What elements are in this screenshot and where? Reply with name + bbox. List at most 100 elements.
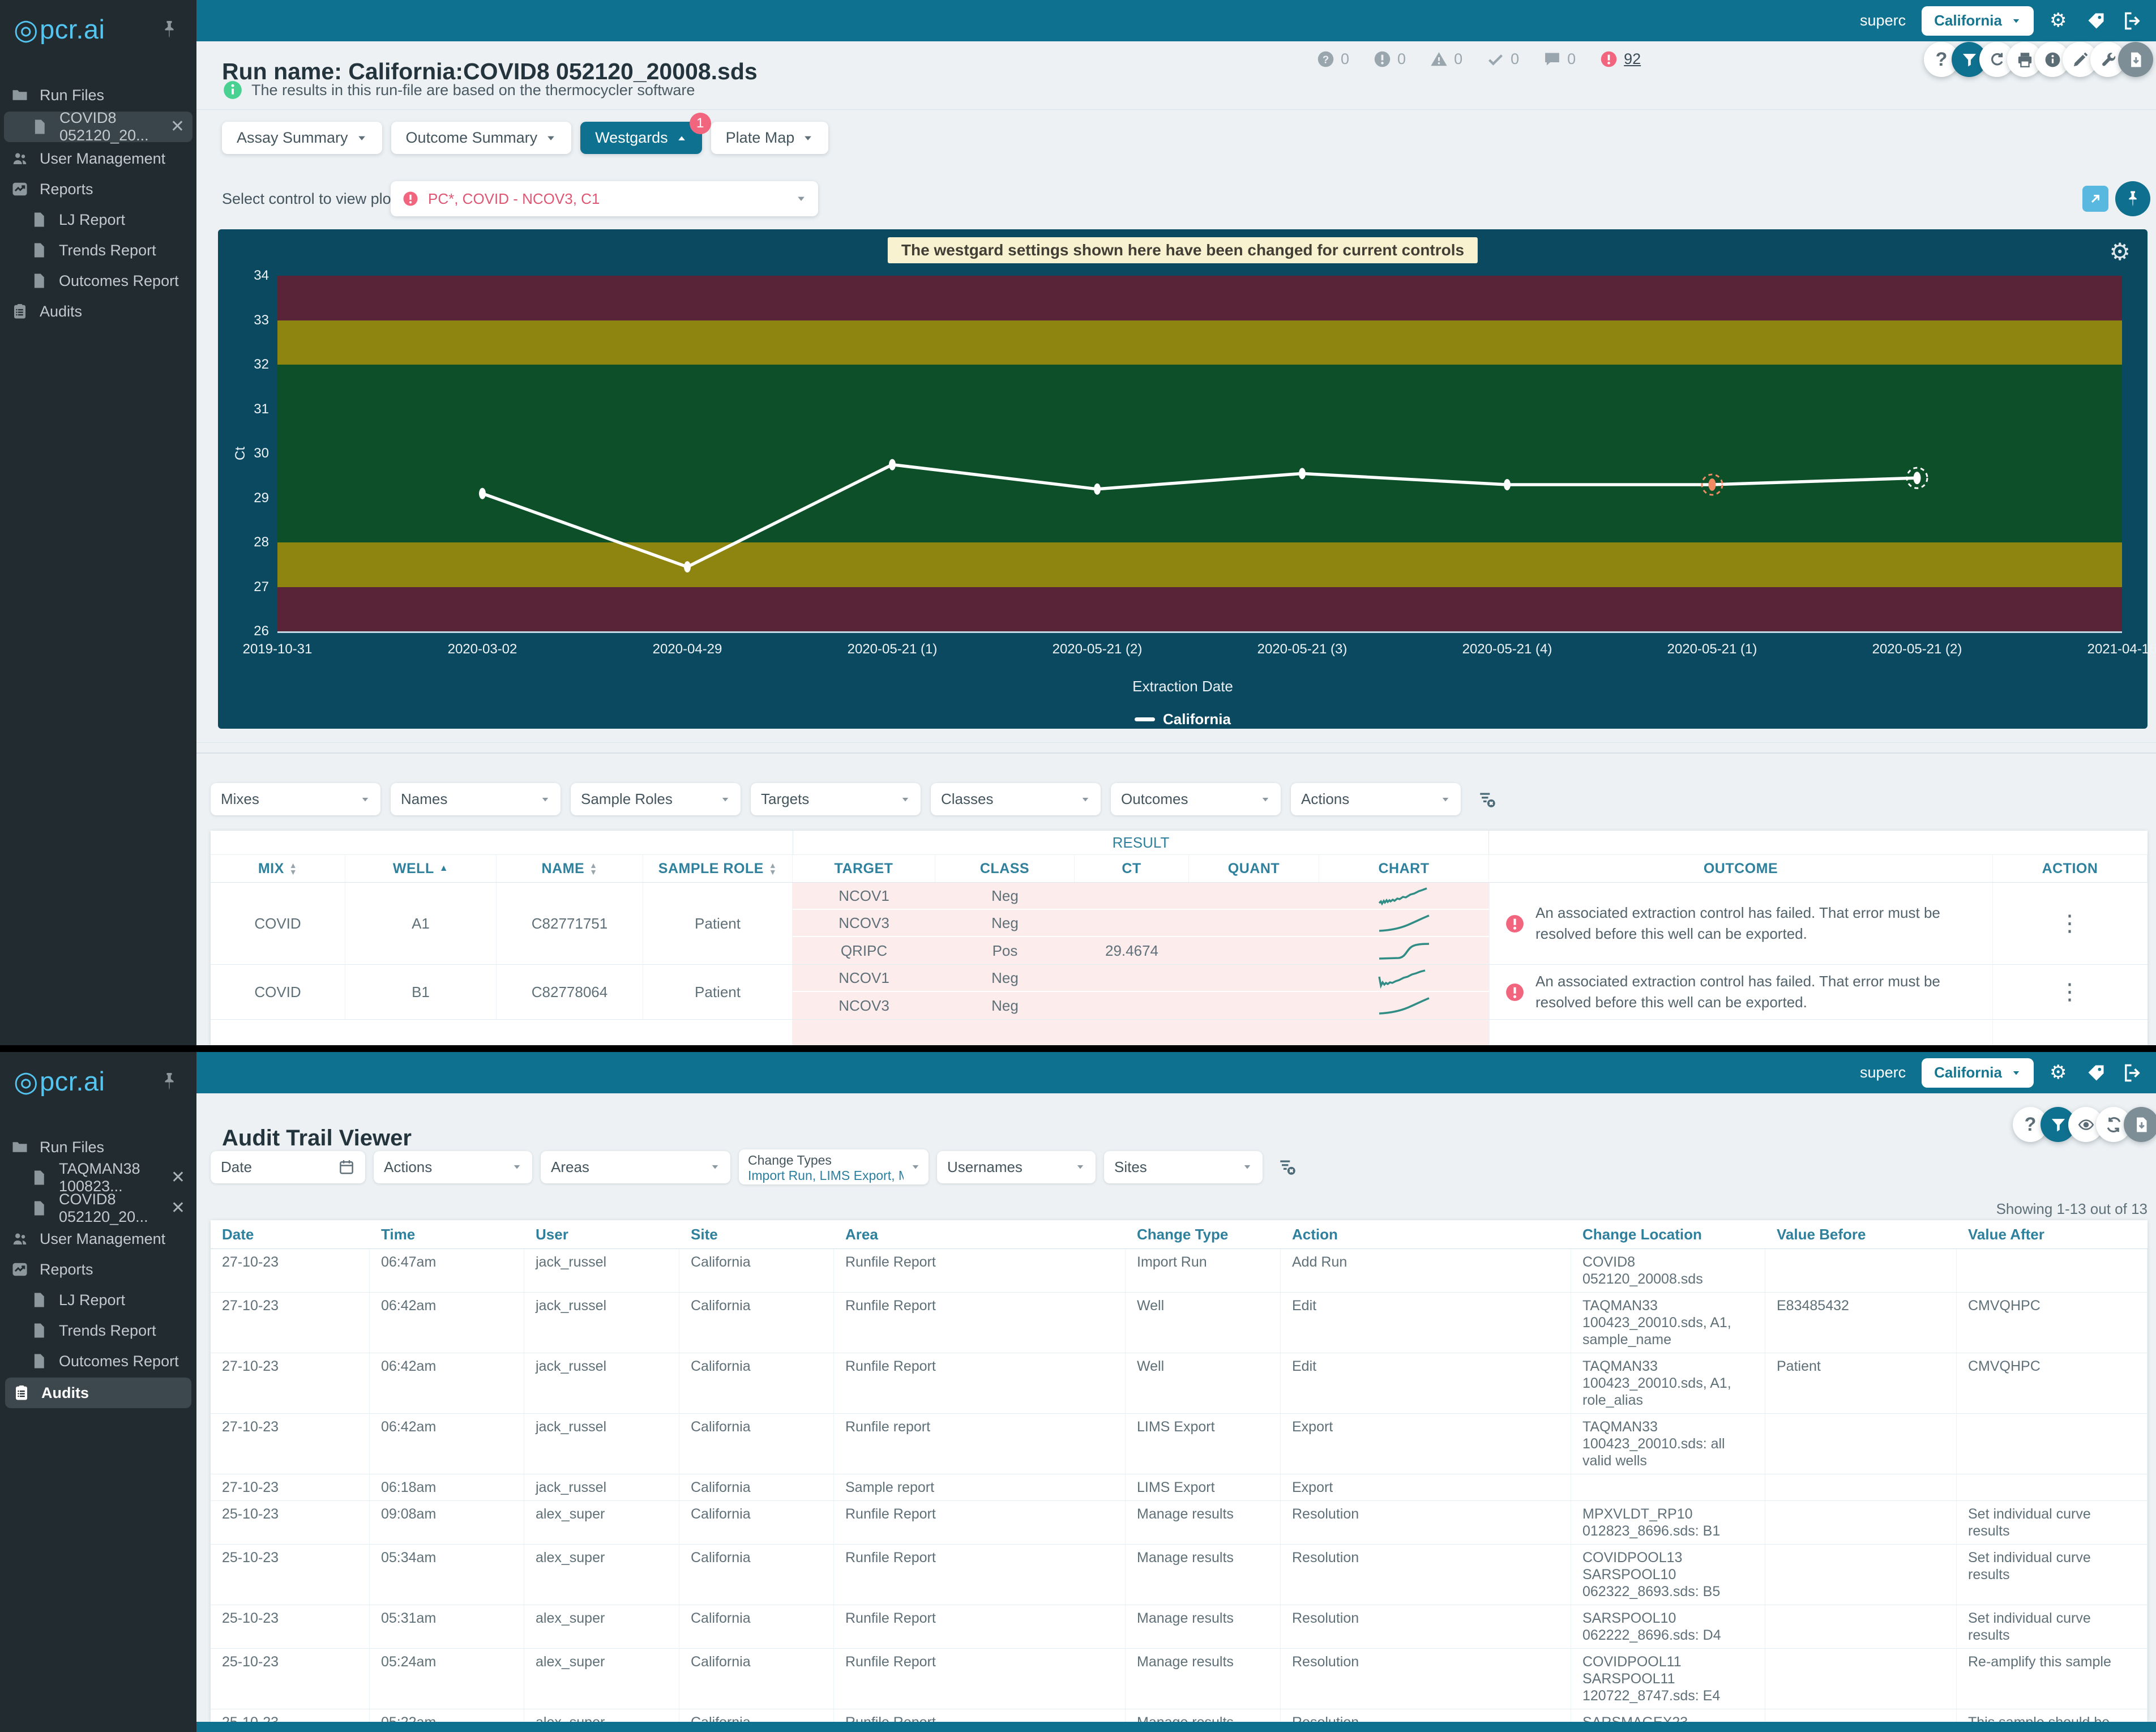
filter-sample-roles[interactable]: Sample Roles — [571, 783, 741, 815]
tab-assay-summary[interactable]: Assay Summary — [222, 122, 382, 154]
filter-actions[interactable]: Actions — [374, 1151, 532, 1183]
settings-icon[interactable]: ⚙ — [2050, 11, 2070, 31]
sidebar-item-outcomes-report[interactable]: Outcomes Report — [0, 1346, 196, 1376]
sidebar-item-covid8-052120-20[interactable]: COVID8 052120_20... ✕ — [4, 109, 192, 144]
filter-targets[interactable]: Targets — [751, 783, 921, 815]
sidebar-item-reports[interactable]: Reports — [0, 174, 196, 204]
sidebar-item-trends-report[interactable]: Trends Report — [0, 235, 196, 266]
caret-down-icon — [1080, 794, 1090, 805]
audit-row-7[interactable]: 25-10-23 05:34am alex_super California Runfi… — [211, 1545, 2148, 1605]
tab-outcome-summary[interactable]: Outcome Summary — [391, 122, 572, 154]
audit-row-8[interactable]: 25-10-23 05:31am alex_super California Runfi… — [211, 1605, 2148, 1649]
filter-change-types[interactable]: Change Types Import Run, LIMS Export, M..… — [739, 1149, 929, 1184]
column-header-well[interactable]: WELL ▲ — [345, 855, 497, 882]
clear-filters-button[interactable] — [1274, 1154, 1301, 1180]
filter-actions[interactable]: Actions — [1291, 783, 1461, 815]
filter-classes[interactable]: Classes — [931, 783, 1101, 815]
column-header-action[interactable]: Action — [1281, 1220, 1571, 1248]
column-header-name[interactable]: NAME ▲ ▼ — [497, 855, 643, 882]
column-header-label: MIX — [258, 860, 284, 876]
amplification-sparkline[interactable] — [1376, 912, 1432, 934]
close-icon[interactable]: ✕ — [170, 118, 185, 135]
horizontal-scrollbar[interactable] — [0, 1722, 2156, 1732]
sidebar-item-reports[interactable]: Reports — [0, 1254, 196, 1285]
column-header-change-type[interactable]: Change Type — [1126, 1220, 1281, 1248]
download-button[interactable] — [2124, 1107, 2156, 1142]
column-header-date[interactable]: Date — [211, 1220, 370, 1248]
control-select-dropdown[interactable]: PC*, COVID - NCOV3, C1 — [391, 181, 818, 216]
sidebar-pin-icon[interactable] — [159, 1071, 179, 1092]
tab-plate-map[interactable]: Plate Map — [711, 122, 829, 154]
column-header-site[interactable]: Site — [679, 1220, 834, 1248]
site-selector-button[interactable]: California — [1922, 6, 2034, 36]
filter-names[interactable]: Names — [391, 783, 561, 815]
clear-filters-button[interactable] — [1474, 786, 1500, 812]
status-count-value[interactable]: 92 — [1624, 50, 1641, 68]
sidebar-item-audits[interactable]: Audits — [5, 1378, 191, 1408]
logout-icon[interactable] — [2122, 1063, 2142, 1083]
download-button[interactable] — [2118, 42, 2153, 77]
logout-icon[interactable] — [2122, 11, 2142, 31]
tab-westgards[interactable]: Westgards 1 — [580, 113, 711, 154]
sidebar-item-taqman38-100823[interactable]: TAQMAN38 100823... ✕ — [0, 1160, 196, 1195]
audit-row-2[interactable]: 27-10-23 06:42am jack_russel California Runf… — [211, 1293, 2148, 1353]
column-header-time[interactable]: Time — [370, 1220, 524, 1248]
audit-row-9[interactable]: 25-10-23 05:24am alex_super California Runfi… — [211, 1649, 2148, 1709]
close-icon[interactable]: ✕ — [171, 1169, 185, 1186]
amplification-sparkline[interactable] — [1376, 967, 1432, 989]
column-header-user[interactable]: User — [524, 1220, 679, 1248]
column-header-sample-role[interactable]: SAMPLE ROLE ▲ ▼ — [643, 855, 793, 882]
sidebar-item-outcomes-report[interactable]: Outcomes Report — [0, 266, 196, 296]
close-icon[interactable]: ✕ — [171, 1200, 185, 1217]
filter-date[interactable]: Date — [211, 1151, 365, 1183]
column-header-label: TARGET — [834, 860, 893, 876]
filter-outcomes[interactable]: Outcomes — [1111, 783, 1281, 815]
row-actions-menu[interactable]: ⋮ — [1993, 883, 2148, 964]
sidebar-item-audits[interactable]: Audits — [0, 296, 196, 327]
amplification-sparkline[interactable] — [1376, 884, 1432, 907]
expand-chart-button[interactable] — [2082, 186, 2108, 212]
panel-splitter[interactable] — [196, 742, 2156, 743]
row-actions-menu[interactable]: ⋮ — [1993, 965, 2148, 1019]
sidebar-item-run-files[interactable]: Run Files — [0, 80, 196, 110]
sidebar-item-lj-report[interactable]: LJ Report — [0, 1285, 196, 1315]
audit-row-4[interactable]: 27-10-23 06:42am jack_russel California Runf… — [211, 1414, 2148, 1474]
tag-icon[interactable] — [2086, 1063, 2106, 1083]
site-selector-button[interactable]: California — [1922, 1058, 2034, 1088]
column-header-value-after[interactable]: Value After — [1957, 1220, 2148, 1248]
amplification-sparkline[interactable] — [1376, 994, 1432, 1017]
sidebar-item-run-files[interactable]: Run Files — [0, 1132, 196, 1162]
cell-date: 27-10-23 — [211, 1414, 370, 1474]
audit-row-10[interactable]: 25-10-2305:22amalex_superCaliforniaRunfi… — [211, 1709, 2148, 1722]
filter-areas[interactable]: Areas — [541, 1151, 730, 1183]
sidebar-item-user-management[interactable]: User Management — [0, 143, 196, 174]
filter-mixes[interactable]: Mixes — [211, 783, 380, 815]
column-header-value-before[interactable]: Value Before — [1765, 1220, 1957, 1248]
sidebar-item-user-management[interactable]: User Management — [0, 1224, 196, 1254]
panel-splitter[interactable] — [196, 752, 2156, 754]
cell-site: California — [679, 1414, 834, 1474]
chart-settings-gear-icon[interactable]: ⚙ — [2106, 237, 2134, 266]
filter-sites[interactable]: Sites — [1104, 1151, 1263, 1183]
sidebar-item-trends-report[interactable]: Trends Report — [0, 1315, 196, 1346]
sidebar-item-covid8-052120-20[interactable]: COVID8 052120_20... ✕ — [0, 1191, 196, 1225]
tag-icon[interactable] — [2086, 11, 2106, 31]
column-header-change-location[interactable]: Change Location — [1571, 1220, 1765, 1248]
audit-row-5[interactable]: 27-10-23 06:18am jack_russel California Samp… — [211, 1474, 2148, 1501]
pin-chart-button[interactable] — [2115, 181, 2150, 216]
settings-icon[interactable]: ⚙ — [2050, 1063, 2070, 1083]
sidebar-pin-icon[interactable] — [159, 19, 179, 40]
column-header-mix[interactable]: MIX ▲ ▼ — [211, 855, 345, 882]
filter-label: Usernames — [947, 1158, 1023, 1175]
cell-action: Resolution — [1281, 1545, 1571, 1605]
audit-row-1[interactable]: 27-10-23 06:47am jack_russel California Runf… — [211, 1249, 2148, 1293]
sidebar-item-lj-report[interactable]: LJ Report — [0, 204, 196, 235]
y-tick-label: 29 — [254, 490, 269, 506]
cell-area: Runfile Report — [834, 1605, 1126, 1648]
audit-row-6[interactable]: 25-10-23 09:08am alex_super California Runfi… — [211, 1501, 2148, 1545]
amplification-sparkline[interactable] — [1376, 939, 1432, 962]
filter-usernames[interactable]: Usernames — [937, 1151, 1096, 1183]
column-header-area[interactable]: Area — [834, 1220, 1126, 1248]
column-header-label: CLASS — [979, 860, 1030, 876]
audit-row-3[interactable]: 27-10-23 06:42am jack_russel California Runf… — [211, 1353, 2148, 1414]
